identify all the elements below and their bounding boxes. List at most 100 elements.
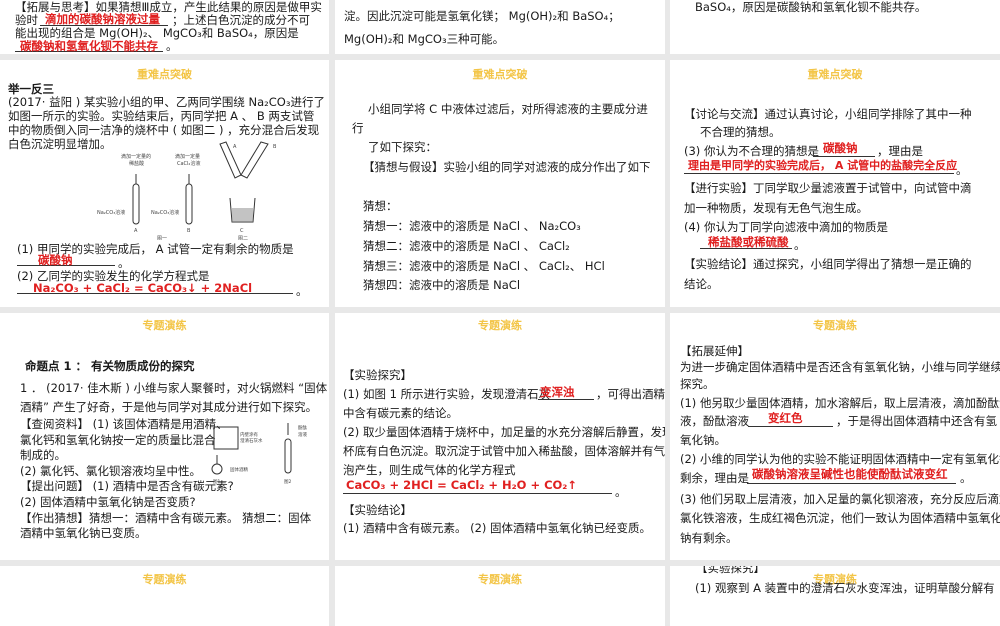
slide-thumbnail[interactable]: 专题演练 命题点 1 ： 有关物质成份的探究 1 ． (2017· 佳木斯 ) … [0, 313, 329, 560]
text-line: 氧化钠。 [680, 433, 726, 447]
text-line: 泡产生，则生成气体的化学方程式 [343, 463, 516, 477]
slide-thumbnail[interactable]: 专题演练 【实验探究】 (1) 如图 1 所示进行实验，发现澄清石灰 变浑浊 ，… [335, 313, 665, 560]
text-line: ，于是得出固体酒精中还含有氢 [836, 414, 997, 428]
answer-text: 碳酸钠 [38, 253, 73, 267]
figure-label: 图二 [238, 236, 248, 240]
slide-header: 专题演练 [813, 319, 857, 332]
text-line: 氯化铁溶液，生成红褐色沉淀，他们一致认为固体酒精中氢氧化 [680, 511, 1000, 525]
text-line: 【讨论与交流】通过认真讨论，小组同学排除了其中一种 [684, 107, 972, 121]
answer-text: 理由是甲同学的实验完成后， A 试管中的盐酸完全反应 [688, 159, 958, 172]
text-line: 【进行实验】丁同学取少量滤液置于试管中，向试管中滴 [684, 181, 972, 195]
experiment-figure: 内壁涂有 澄清石灰水 固体酒精 酚酞 溶液 图1 图2 [211, 423, 307, 485]
slide-header: 重难点突破 [137, 68, 192, 81]
figure-label: 固体酒精 [230, 466, 248, 473]
text-line: 探究。 [680, 377, 715, 391]
figure-label: B [187, 228, 191, 234]
text-line: 中含有碳元素的结论。 [343, 406, 458, 420]
slide-header: 重难点突破 [472, 68, 528, 81]
text-line: 。 [956, 163, 968, 177]
text-line: Mg(OH)₂和 MgCO₃三种可能。 [344, 32, 505, 46]
slide-thumbnail[interactable]: 专题演练 [335, 566, 665, 626]
text-line: 【实验结论】 [343, 503, 412, 517]
slide-header: 专题演练 [142, 319, 187, 332]
text-line: ，可得出酒精 [596, 387, 665, 401]
text-line: 淀。因此沉淀可能是氢氧化镁； Mg(OH)₂和 BaSO₄； [344, 9, 620, 23]
figure-label: 内壁涂有 [240, 431, 258, 438]
slide-header: 重难点突破 [807, 68, 863, 81]
text-line: ，理由是 [877, 144, 923, 158]
text-line: 猜想四：滤液中的溶质是 NaCl [363, 278, 521, 292]
text-line: 。 [615, 485, 627, 499]
figure-label: C [240, 228, 244, 234]
text-line: 不合理的猜想。 [700, 125, 781, 139]
figure-label: 溶液 [298, 431, 307, 438]
text-line: (1) 如图 1 所示进行实验，发现澄清石灰 [343, 387, 551, 401]
slide-header: 专题演练 [478, 573, 522, 586]
slide-thumbnail[interactable]: 重难点突破 【讨论与交流】通过认真讨论，小组同学排除了其中一种 不合理的猜想。 … [670, 60, 1000, 307]
answer-text: Na₂CO₃ + CaCl₂ = CaCO₃↓ + 2NaCl [33, 281, 253, 295]
text-line: 酒精” 产生了好奇，于是他与同学对其成分进行如下探究。 [20, 400, 318, 414]
text-line: 小组同学将 C 中液体过滤后，对所得滤液的主要成分进 [368, 102, 648, 116]
text-line: 【拓展延伸】 [680, 344, 749, 358]
text-line: (2) 取少量固体酒精于烧杯中，加足量的水充分溶解后静置，发现 [343, 425, 665, 439]
text-line: 1 ． (2017· 佳木斯 ) 小维与家人聚餐时，对火锅燃料 “固体 [20, 381, 328, 395]
text-line: 了如下探究： [368, 140, 437, 154]
answer-text: 碳酸钠和氢氧化钡不能共存 [20, 39, 158, 53]
text-line: 猜想： [363, 199, 398, 213]
figure-label: 澄清石灰水 [240, 437, 263, 444]
text-line: 钠有剩余。 [680, 531, 738, 545]
slide-subtitle: 命题点 1 ： 有关物质成份的探究 [25, 359, 195, 373]
text-line: 【猜想与假设】实验小组的同学对滤液的成分作出了如下 [363, 160, 651, 174]
text-line: (1) 他另取少量固体酒精，加水溶解后，取上层清液，滴加酚酞溶 [680, 396, 1000, 410]
answer-text: 变浑浊 [540, 385, 575, 399]
text-line: (1) 酒精中含有碳元素。 (2) 固体酒精中氢氧化钠已经变质。 [343, 521, 652, 535]
text-line: 为进一步确定固体酒精中是否还含有氢氧化钠，小维与同学继续 [680, 360, 1000, 374]
slide-header: 专题演练 [478, 319, 522, 332]
answer-text: 滴加的碳酸钠溶液过量 [45, 12, 160, 26]
text-line: ；上述白色沉淀的成分不可 [172, 13, 310, 27]
text-line: 制成的。 [20, 448, 66, 462]
text-line: 【查阅资料】 (1) 该固体酒精是用酒精、 [20, 417, 228, 431]
answer-text: CaCO₃ + 2HCl = CaCl₂ + H₂O + CO₂↑ [346, 478, 577, 492]
text-line: 。 [118, 256, 130, 270]
text-line: 氯化钙和氢氧化钠按一定的质量比混合 [20, 433, 216, 447]
slide-thumbnail[interactable]: 重难点突破 举一反三 (2017· 益阳 ) 某实验小组的甲、乙两同学围绕 Na… [0, 60, 329, 307]
figure-label: B [273, 144, 277, 150]
figure-label: A [134, 228, 138, 234]
text-line: (2) 固体酒精中氢氧化钠是否变质? [20, 495, 196, 509]
text-line: 杯底有白色沉淀。取沉淀于试管中加入稀盐酸，固体溶解并有气 [343, 444, 665, 458]
text-line: 。 [166, 39, 178, 53]
figure-label: 稀盐酸 [129, 160, 144, 167]
slide-thumbnail[interactable]: 专题演练 [0, 566, 329, 626]
text-line: 酒精中氢氧化钠已变质。 [20, 526, 147, 540]
text-line: 行 [352, 121, 364, 135]
answer-text: 变红色 [768, 411, 803, 425]
slide-thumbnail[interactable]: 【拓展与思考】如果猜想Ⅲ成立，产生此结果的原因是做甲实 验时 滴加的碳酸钠溶液过… [0, 0, 329, 54]
text-line: (2) 小维的同学认为他的实验不能证明固体酒精中一定有氢氧化钠 [680, 452, 1000, 466]
slide-thumbnail[interactable]: 【实验探究】 专题演练 (1) 观察到 A 装置中的澄清石灰水变浑浊，证明草酸分… [670, 566, 1000, 626]
text-line: (2017· 益阳 ) 某实验小组的甲、乙两同学围绕 Na₂CO₃进行了 [8, 95, 325, 109]
figure-label: 滴加一定量 [175, 153, 200, 160]
text-line: 猜想一：滤液中的溶质是 NaCl 、 Na₂CO₃ [363, 219, 581, 233]
text-line: (3) 你认为不合理的猜想是 [684, 144, 819, 158]
answer-text: 碳酸钠 [823, 141, 858, 155]
text-line: 【提出问题】 (1) 酒精中是否含有碳元素? [20, 479, 234, 493]
text-line: BaSO₄，原因是碳酸钠和氢氧化钡不能共存。 [695, 0, 927, 14]
text-line: (1) 观察到 A 装置中的澄清石灰水变浑浊，证明草酸分解有 [695, 581, 995, 595]
text-line: 【实验结论】通过探究，小组同学得出了猜想一是正确的 [684, 257, 972, 271]
slide-thumbnail[interactable]: BaSO₄，原因是碳酸钠和氢氧化钡不能共存。 [670, 0, 1000, 54]
slide-subtitle: 举一反三 [8, 82, 54, 96]
text-line: (4) 你认为丁同学向滤液中滴加的物质是 [684, 220, 888, 234]
slide-thumbnail[interactable]: 淀。因此沉淀可能是氢氧化镁； Mg(OH)₂和 BaSO₄； Mg(OH)₂和 … [335, 0, 665, 54]
figure-label: Na₂CO₃溶液 [151, 209, 179, 216]
slide-thumbnail[interactable]: 专题演练 【拓展延伸】 为进一步确定固体酒精中是否还含有氢氧化钠，小维与同学继续… [670, 313, 1000, 560]
experiment-figure: 滴加一定量的 稀盐酸 滴加一定量 CaCl₂溶液 Na₂CO₃溶液 Na₂CO₃… [97, 141, 277, 240]
figure-label: 滴加一定量的 [121, 153, 151, 160]
text-line: 【实验探究】 [343, 368, 412, 382]
text-line: (2) 氯化钙、氯化钡溶液均呈中性。 [20, 464, 201, 478]
text-line: 中的物质倒入同一洁净的烧杯中 ( 如图二 ) ，充分混合后发现 [8, 123, 320, 137]
slide-thumbnail[interactable]: 重难点突破 小组同学将 C 中液体过滤后，对所得滤液的主要成分进 行 了如下探究… [335, 60, 665, 307]
text-line: 结论。 [684, 277, 719, 291]
figure-label: 酚酞 [298, 424, 307, 431]
figure-label: A [233, 144, 237, 150]
